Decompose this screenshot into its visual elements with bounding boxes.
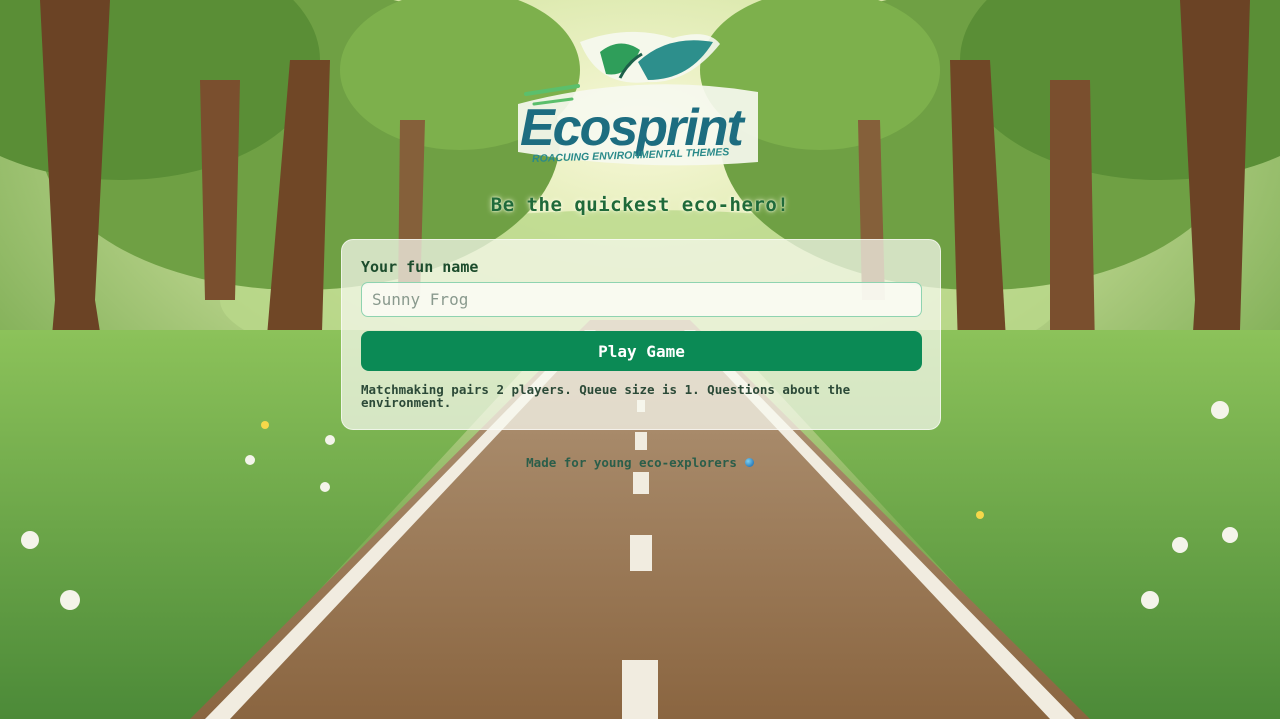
join-card: Your fun name Play Game Matchmaking pair… <box>341 239 941 430</box>
name-input[interactable] <box>361 282 922 317</box>
page-headline: Be the quickest eco-hero! <box>490 194 790 216</box>
play-game-button[interactable]: Play Game <box>361 331 922 371</box>
matchmaking-info: Matchmaking pairs 2 players. Queue size … <box>361 382 851 410</box>
name-label: Your fun name <box>361 258 479 276</box>
footer-text: Made for young eco-explorers <box>526 455 737 470</box>
ecosprint-logo: Ecosprint ROACUING ENVIRONMENTAL THEMES <box>508 22 770 172</box>
logo-word-eco: Eco <box>520 99 611 157</box>
globe-icon <box>744 458 754 467</box>
footer: Made for young eco-explorers <box>0 455 1280 470</box>
